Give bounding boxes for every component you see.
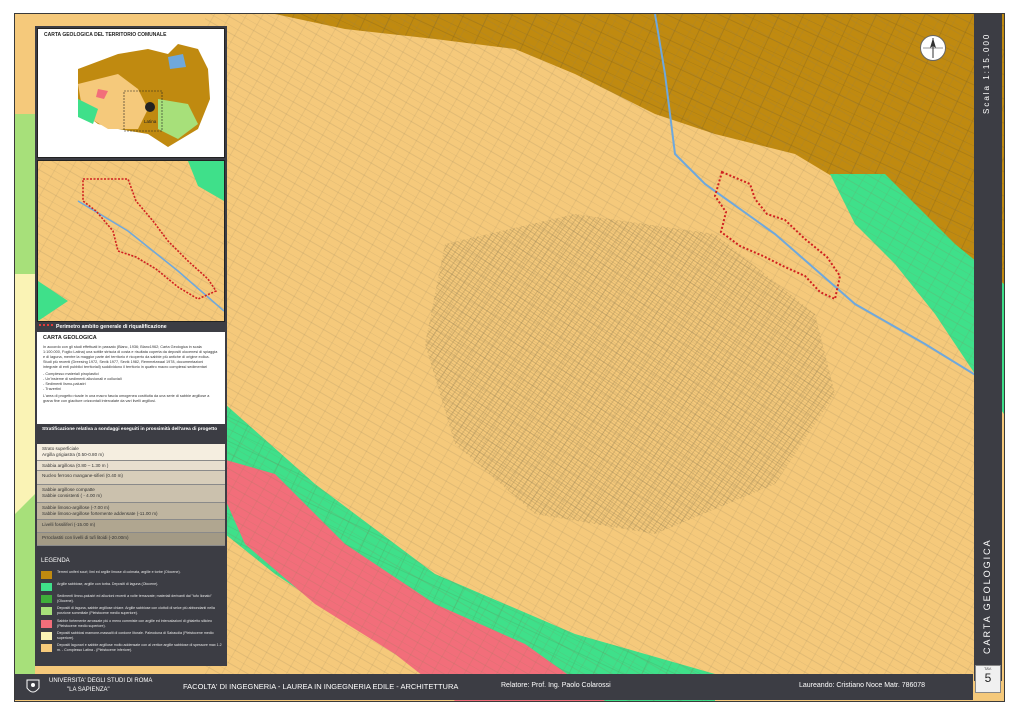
north-arrow-icon: [920, 35, 946, 61]
footer-bar: UNIVERSITA' DEGLI STUDI DI ROMA "LA SAPI…: [15, 674, 973, 700]
legend-text: Argille sabbiose, argille con torba. Dep…: [57, 582, 159, 586]
legend-title: LEGENDA: [41, 558, 70, 564]
geology-list-item: - Travertini: [43, 387, 61, 391]
legend-swatch: [41, 583, 52, 591]
stratification-row: Livelli fossiliferi (-15.00 m): [37, 520, 225, 533]
legend-swatch: [41, 644, 52, 652]
legend-item: Depositi di laguna, sabbie argillose chi…: [41, 606, 223, 619]
stratification-row: Nucleo ferroso mangane-sifieri (0.40 m): [37, 471, 225, 485]
territory-inset-map: CARTA GEOLOGICA DEL TERRITORIO COMUNALE …: [37, 28, 225, 158]
supervisor-label: Relatore: Prof. Ing. Paolo Colarossi: [501, 682, 611, 689]
inset-city-label: Latina: [144, 119, 157, 124]
legend-swatch: [41, 620, 52, 628]
stratification-row: Prroclastiti con livelli di tufi litoidi…: [37, 533, 225, 546]
legend-swatch: [41, 607, 52, 615]
legend-swatch: [41, 632, 52, 640]
inset-title: CARTA GEOLOGICA DEL TERRITORIO COMUNALE: [44, 32, 167, 38]
stratification-row: Sabbie argillose compatte Sabbie consist…: [37, 485, 225, 503]
perimeter-legend-label: Perimetro ambito generale di riqualifica…: [56, 324, 167, 330]
legend-swatch: [41, 595, 52, 603]
tav-box: TAV. 5: [975, 665, 1001, 693]
legend-text: Depositi di laguna, sabbie argillose chi…: [57, 606, 215, 615]
tav-number: 5: [984, 671, 992, 685]
info-panel: CARTA GEOLOGICA DEL TERRITORIO COMUNALE …: [35, 26, 227, 666]
map-sheet: CARTA GEOLOGICA DEL TERRITORIO COMUNALE …: [14, 13, 1005, 702]
faculty-label: FACOLTA' DI INGEGNERIA - LAUREA IN INGEG…: [183, 682, 459, 691]
geology-footer: L'area di progetto ricade in una macro f…: [43, 394, 210, 403]
geology-body: In accordo con gli studi effettuati in p…: [43, 345, 218, 369]
legend-text: Sabbie fortemente arrossate più o meno c…: [57, 619, 213, 628]
geology-title: CARTA GEOLOGICA: [43, 335, 97, 341]
stratification-title: Stratificazione relativa a sondaggi eseg…: [37, 424, 225, 444]
sheet-title: CARTA GEOLOGICA: [982, 538, 992, 654]
legend-text: Depositi lagunari e sabbie argillose mol…: [57, 643, 222, 652]
stratification-row: Sabbie limoso-argillose (-7.00 m) Sabbie…: [37, 503, 225, 520]
perimeter-inset-map: [37, 160, 225, 322]
geology-description: CARTA GEOLOGICA In accordo con gli studi…: [37, 332, 225, 434]
perimeter-symbol-icon: [39, 324, 53, 329]
stratification-row: Sabbia argillosa (0.80 – 1.30 m ): [37, 461, 225, 471]
legend-item: Depositi lagunari e sabbie argillose mol…: [41, 643, 223, 656]
legend-swatch: [41, 571, 52, 579]
university-subname: "LA SAPIENZA": [67, 687, 110, 693]
legend-text: Terreni uniferi scuri; limi ed argille l…: [57, 570, 181, 574]
legend-text: Sedimenti limno-palustri ed alluvioni re…: [57, 594, 212, 603]
stratification-row: Strato superficiale Argilla grigiastra (…: [37, 444, 225, 461]
university-seal-icon: [25, 678, 41, 696]
student-label: Laureando: Cristiano Noce Matr. 786078: [799, 682, 926, 689]
legend-text: Depositi sabbiosi mamone-massalti di cor…: [57, 631, 214, 640]
scale-label: Scala 1:15.000: [982, 32, 991, 114]
title-bar-right: Scala 1:15.000 CARTA GEOLOGICA: [974, 14, 1002, 681]
university-name: UNIVERSITA' DEGLI STUDI DI ROMA: [49, 678, 153, 684]
